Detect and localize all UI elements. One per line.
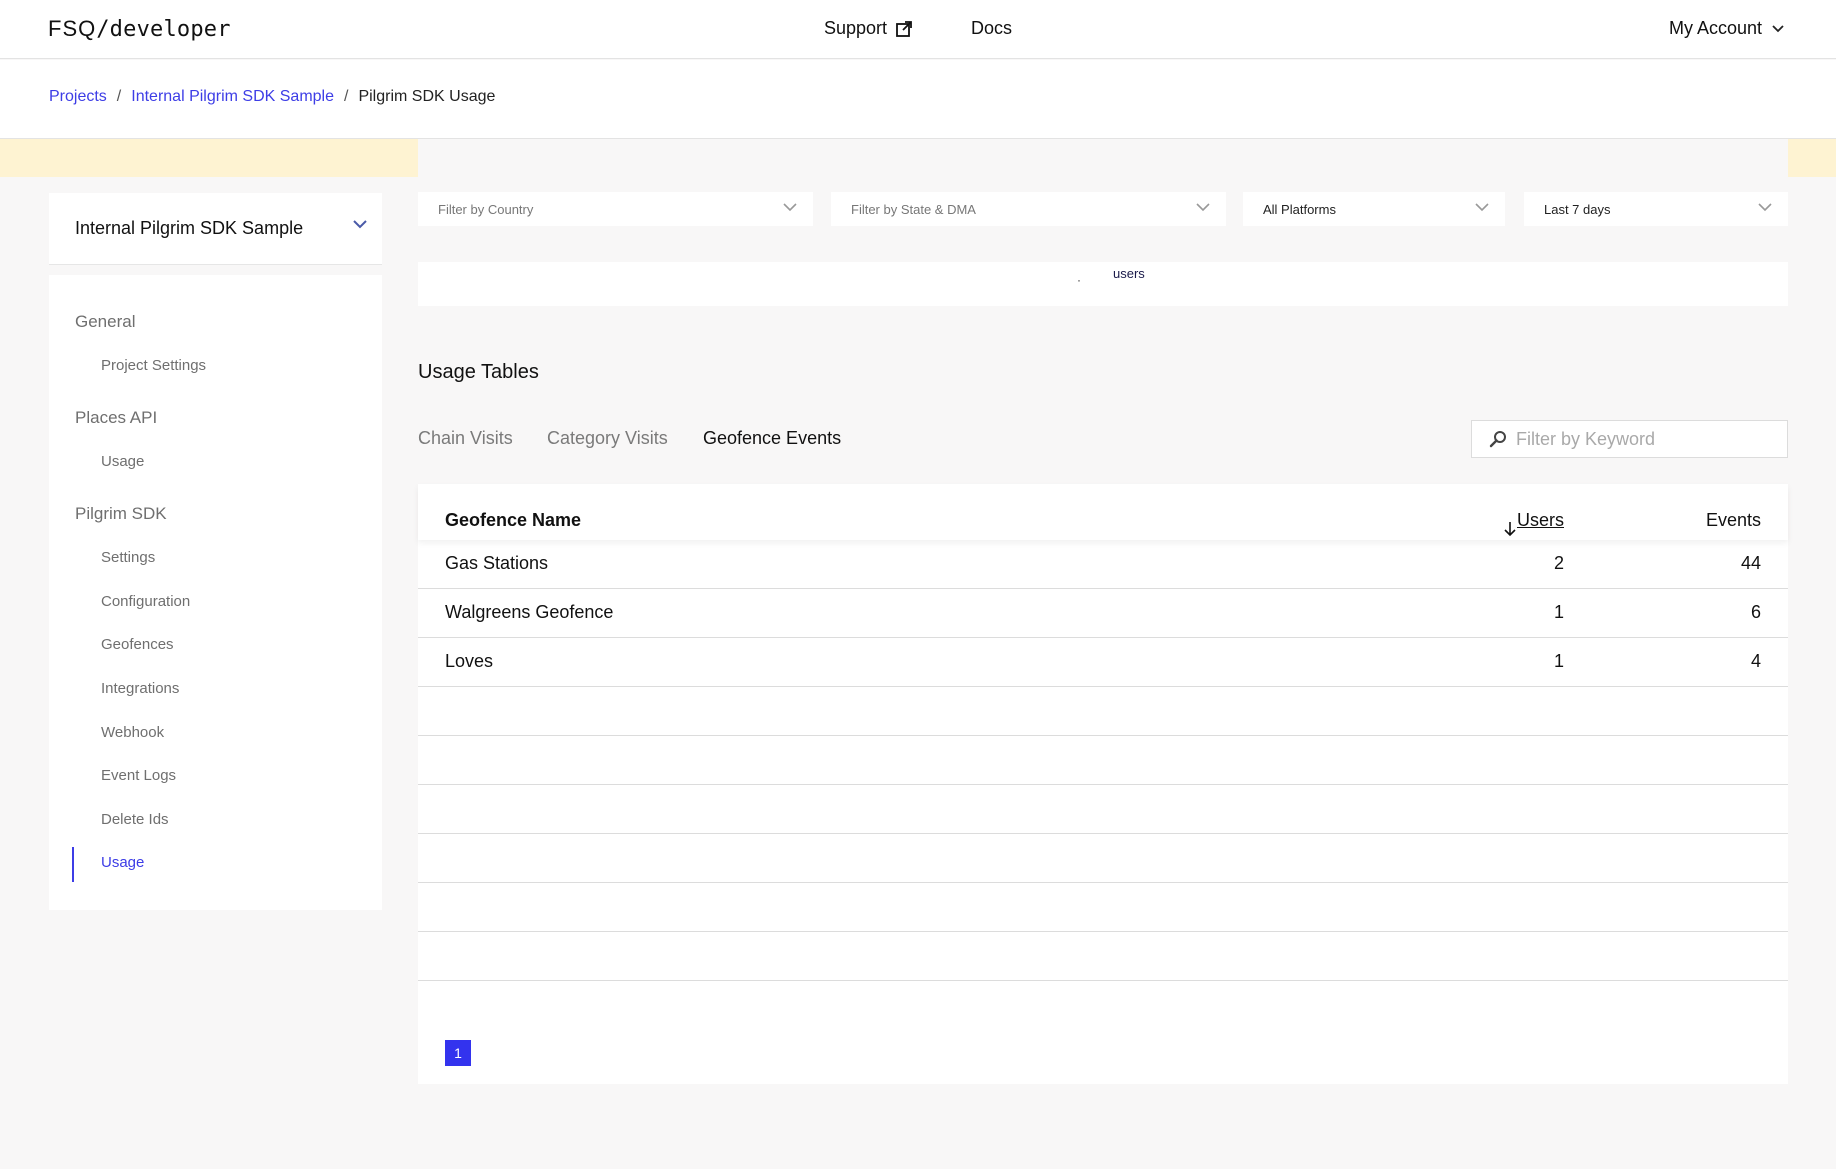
chevron-down-icon bbox=[1758, 203, 1772, 212]
my-account-menu[interactable]: My Account bbox=[1669, 18, 1784, 39]
country-filter-label: Filter by Country bbox=[438, 202, 534, 217]
support-label: Support bbox=[824, 18, 888, 38]
breadcrumb-current: Pilgrim SDK Usage bbox=[358, 88, 496, 105]
sidebar-item-project-settings[interactable]: Project Settings bbox=[101, 357, 206, 374]
tab-chain-visits[interactable]: Chain Visits bbox=[418, 428, 513, 449]
search-icon bbox=[1489, 431, 1506, 448]
logo-suffix: /developer bbox=[96, 17, 231, 42]
my-account-label: My Account bbox=[1668, 18, 1762, 38]
state-dma-filter[interactable]: Filter by State & DMA bbox=[831, 192, 1226, 226]
active-indicator bbox=[72, 847, 74, 882]
country-filter[interactable]: Filter by Country bbox=[418, 192, 813, 226]
tab-geofence-events[interactable]: Geofence Events bbox=[703, 428, 841, 449]
column-header-users-label: Users bbox=[1516, 510, 1564, 530]
sidebar-item-integrations[interactable]: Integrations bbox=[101, 680, 179, 697]
chevron-down-icon bbox=[1772, 24, 1784, 32]
cell-events: 44 bbox=[1740, 553, 1761, 573]
empty-table-row bbox=[418, 785, 1788, 834]
sidebar-item-geofences[interactable]: Geofences bbox=[101, 636, 174, 653]
sidebar-item-event-logs[interactable]: Event Logs bbox=[101, 767, 176, 784]
project-selector[interactable]: Internal Pilgrim SDK Sample bbox=[49, 193, 382, 265]
cell-users: 1 bbox=[1553, 602, 1564, 622]
table-row[interactable]: Gas Stations 2 44 bbox=[418, 540, 1788, 589]
pagination-page-button[interactable]: 1 bbox=[445, 1040, 471, 1066]
platform-filter-label: All Platforms bbox=[1263, 202, 1336, 217]
cell-geofence-name: Loves bbox=[445, 651, 494, 671]
platform-filter[interactable]: All Platforms bbox=[1243, 192, 1505, 226]
sidebar-section-pilgrim-sdk: Pilgrim SDK bbox=[75, 504, 167, 523]
keyword-search[interactable] bbox=[1471, 420, 1788, 458]
usage-tables-title: Usage Tables bbox=[418, 361, 539, 383]
users-dot: · bbox=[1077, 273, 1081, 287]
cell-geofence-name: Gas Stations bbox=[445, 553, 549, 573]
logo-brand: FSQ bbox=[48, 16, 97, 41]
empty-table-row bbox=[418, 736, 1788, 785]
sidebar-item-delete-ids[interactable]: Delete Ids bbox=[101, 811, 169, 828]
chevron-down-icon bbox=[783, 203, 797, 212]
empty-table-row bbox=[418, 883, 1788, 932]
column-header-geofence-name[interactable]: Geofence Name bbox=[445, 510, 581, 531]
cell-events: 6 bbox=[1750, 602, 1761, 622]
sidebar-item-configuration[interactable]: Configuration bbox=[101, 593, 190, 610]
breadcrumb-separator: / bbox=[344, 88, 349, 105]
empty-table-row bbox=[418, 687, 1788, 736]
external-link-icon bbox=[896, 20, 912, 37]
breadcrumb-separator: / bbox=[116, 88, 122, 105]
breadcrumb-band: Projects / Internal Pilgrim SDK Sample /… bbox=[0, 60, 1836, 139]
breadcrumb-projects[interactable]: Projects bbox=[49, 88, 107, 106]
users-label: users bbox=[1113, 266, 1145, 281]
table-row[interactable]: Loves 1 4 bbox=[418, 638, 1788, 687]
docs-link[interactable]: Docs bbox=[971, 18, 1012, 39]
sidebar-item-sdk-usage[interactable]: Usage bbox=[101, 854, 144, 871]
cell-events: 4 bbox=[1750, 651, 1761, 671]
breadcrumb-project[interactable]: Internal Pilgrim SDK Sample bbox=[131, 88, 334, 106]
chevron-down-icon bbox=[1196, 203, 1210, 212]
sort-arrow-down-icon bbox=[1504, 522, 1516, 537]
sidebar: General Project Settings Places API Usag… bbox=[49, 275, 382, 910]
cell-geofence-name: Walgreens Geofence bbox=[445, 602, 614, 622]
chevron-down-icon bbox=[353, 220, 367, 229]
banner-right bbox=[1788, 139, 1836, 177]
table-row[interactable]: Walgreens Geofence 1 6 bbox=[418, 589, 1788, 638]
support-link[interactable]: Support bbox=[824, 18, 913, 39]
top-nav: FSQ/developer Support Docs My Account bbox=[0, 0, 1836, 59]
sidebar-section-places-api: Places API bbox=[75, 408, 158, 427]
sidebar-item-settings[interactable]: Settings bbox=[101, 549, 155, 566]
date-range-filter-label: Last 7 days bbox=[1544, 202, 1611, 217]
table-header: Geofence Name Users Events bbox=[418, 484, 1788, 540]
cell-users: 2 bbox=[1553, 553, 1564, 573]
empty-table-row bbox=[418, 932, 1788, 981]
breadcrumb: Projects / Internal Pilgrim SDK Sample /… bbox=[49, 88, 495, 106]
state-dma-filter-label: Filter by State & DMA bbox=[851, 202, 976, 217]
sidebar-item-webhook[interactable]: Webhook bbox=[101, 724, 164, 741]
banner-left bbox=[0, 139, 418, 177]
sidebar-item-places-usage[interactable]: Usage bbox=[101, 453, 144, 470]
empty-table-row bbox=[418, 834, 1788, 883]
tab-category-visits[interactable]: Category Visits bbox=[547, 428, 668, 449]
date-range-filter[interactable]: Last 7 days bbox=[1524, 192, 1788, 226]
users-summary-strip: · users bbox=[418, 262, 1788, 306]
sidebar-section-general: General bbox=[75, 312, 136, 331]
chevron-down-icon bbox=[1475, 203, 1489, 212]
column-header-users[interactable]: Users bbox=[1504, 510, 1564, 537]
cell-users: 1 bbox=[1553, 651, 1564, 671]
logo[interactable]: FSQ/developer bbox=[48, 16, 231, 42]
geofence-events-table: Geofence Name Users Events Gas Stations … bbox=[418, 484, 1788, 1084]
keyword-search-input[interactable] bbox=[1516, 429, 1776, 450]
column-header-events[interactable]: Events bbox=[1706, 510, 1761, 531]
project-selector-value: Internal Pilgrim SDK Sample bbox=[75, 218, 304, 238]
